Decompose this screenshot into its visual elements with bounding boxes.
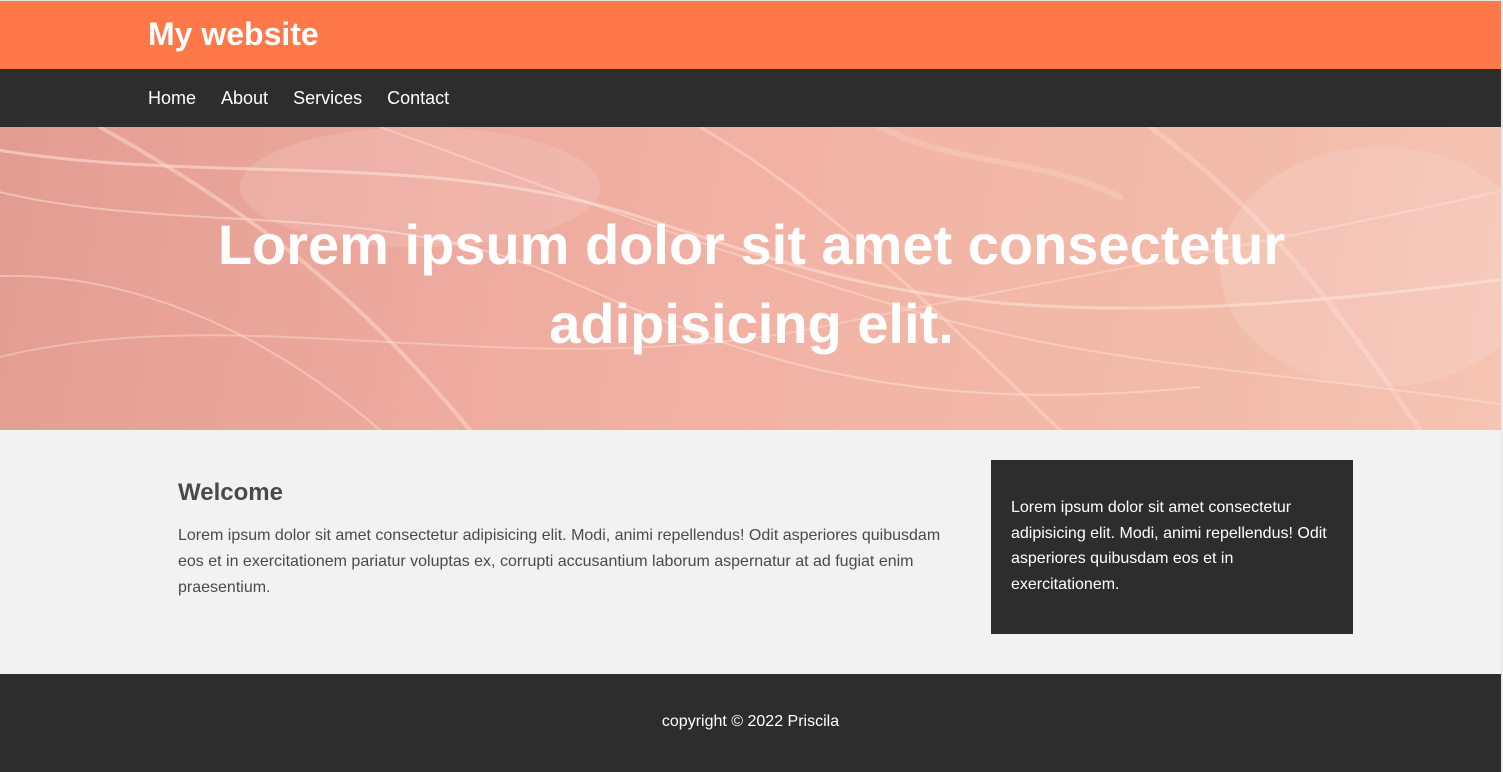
- nav-item-services[interactable]: Services: [293, 88, 362, 109]
- nav-list: Home About Services Contact: [148, 69, 474, 127]
- sidebar-box: Lorem ipsum dolor sit amet consectetur a…: [991, 460, 1353, 634]
- main-nav: Home About Services Contact: [0, 69, 1503, 127]
- site-footer: copyright © 2022 Priscila: [0, 674, 1503, 772]
- nav-item-about[interactable]: About: [221, 88, 268, 109]
- welcome-body: Lorem ipsum dolor sit amet consectetur a…: [178, 527, 941, 596]
- nav-item-contact[interactable]: Contact: [387, 88, 449, 109]
- site-title[interactable]: My website: [148, 15, 319, 53]
- welcome-title: Welcome: [178, 479, 283, 506]
- site-header: My website: [0, 0, 1503, 69]
- hero-headline: Lorem ipsum dolor sit amet consectetur a…: [217, 213, 1286, 355]
- sidebar-text: Lorem ipsum dolor sit amet consectetur a…: [1011, 499, 1327, 593]
- nav-item-home[interactable]: Home: [148, 88, 196, 109]
- footer-copyright: copyright © 2022 Priscila: [661, 713, 840, 730]
- hero-banner: Lorem ipsum dolor sit amet consectetur a…: [0, 127, 1503, 430]
- welcome-section: Welcome Lorem ipsum dolor sit amet conse…: [178, 478, 958, 601]
